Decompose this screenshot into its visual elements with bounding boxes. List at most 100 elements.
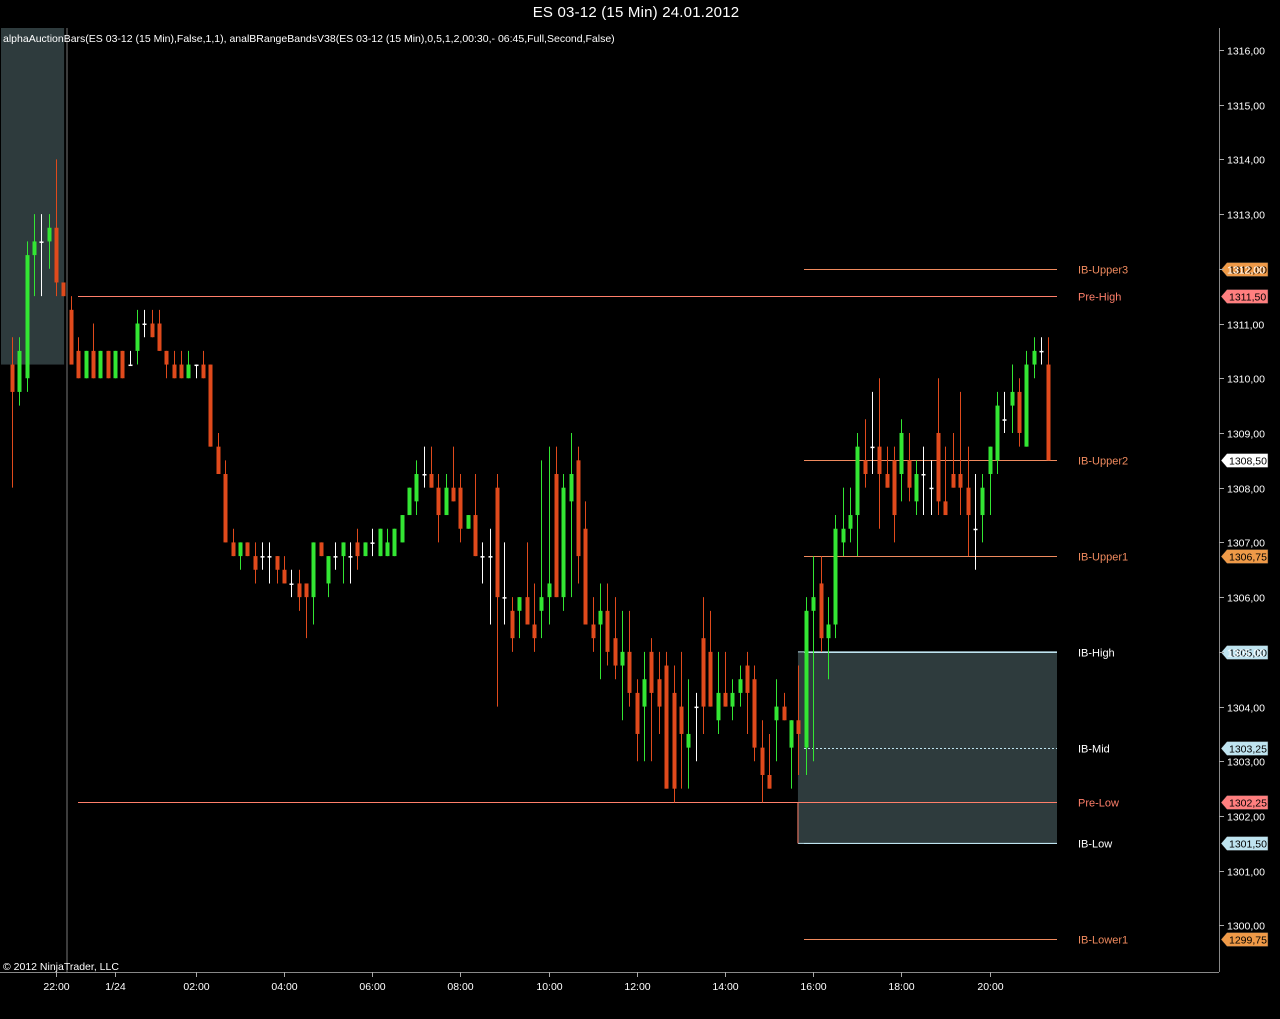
candle-body bbox=[238, 542, 243, 557]
candle-body bbox=[738, 679, 743, 693]
candle bbox=[679, 651, 684, 789]
candle-body bbox=[150, 323, 155, 338]
candle bbox=[142, 309, 147, 338]
y-tick-label: 1308,00 bbox=[1227, 484, 1265, 496]
candle-body bbox=[892, 460, 897, 516]
indicator-label: alphaAuctionBars(ES 03-12 (15 Min),False… bbox=[3, 33, 615, 45]
candle-body bbox=[789, 720, 794, 748]
candle bbox=[716, 651, 721, 734]
candle bbox=[613, 597, 618, 680]
candle bbox=[378, 528, 383, 557]
price-chart[interactable]: IB-Upper3 Pre-High IB-Upper2 IB-Upper1 IB-Hi… bbox=[0, 0, 1280, 1019]
candle-body bbox=[128, 364, 133, 367]
candle bbox=[106, 350, 111, 379]
candle bbox=[216, 432, 221, 475]
candle-body bbox=[113, 350, 118, 379]
candle bbox=[958, 391, 963, 516]
candle bbox=[892, 446, 897, 543]
y-tick-label: 1305,00 bbox=[1227, 648, 1265, 660]
price-tag: 1301,50 bbox=[1220, 836, 1269, 851]
candle bbox=[319, 542, 324, 557]
candle-body bbox=[355, 542, 360, 557]
candle-body bbox=[510, 610, 515, 639]
candle bbox=[245, 542, 250, 557]
candle bbox=[899, 419, 904, 502]
candle-body bbox=[943, 501, 948, 516]
candle-body bbox=[495, 487, 500, 598]
candle-body bbox=[326, 556, 331, 584]
candle-body bbox=[25, 255, 30, 379]
candle bbox=[576, 446, 581, 584]
price-tag: 1303,25 bbox=[1220, 741, 1269, 756]
x-tick-label: 04:00 bbox=[271, 981, 297, 993]
candle-body bbox=[400, 515, 405, 543]
candle-body bbox=[701, 638, 706, 707]
candle-body bbox=[17, 350, 22, 392]
candle bbox=[186, 350, 191, 379]
x-tick-label: 16:00 bbox=[800, 981, 826, 993]
price-tag-text: 1303,25 bbox=[1229, 744, 1267, 756]
candle-body bbox=[289, 583, 294, 585]
candle bbox=[973, 474, 978, 570]
candle-body bbox=[752, 679, 757, 748]
candle-body bbox=[679, 706, 684, 734]
candle-body bbox=[297, 583, 302, 598]
candle-body bbox=[1017, 391, 1022, 433]
candle-body bbox=[216, 446, 221, 475]
candle bbox=[502, 542, 507, 625]
candle bbox=[1046, 337, 1051, 461]
candle-body bbox=[863, 460, 868, 475]
candle bbox=[451, 446, 456, 502]
candle bbox=[591, 597, 596, 652]
candle-body bbox=[613, 638, 618, 666]
candle bbox=[355, 528, 360, 570]
candle bbox=[61, 282, 66, 297]
candle bbox=[774, 679, 779, 762]
candle-body bbox=[855, 446, 860, 516]
candle-body bbox=[304, 583, 309, 598]
x-tick-label: 20:00 bbox=[977, 981, 1003, 993]
candle bbox=[495, 474, 500, 707]
candle-body bbox=[157, 323, 162, 351]
y-tick-label: 1310,00 bbox=[1227, 374, 1265, 386]
candle bbox=[833, 515, 838, 639]
candle-body bbox=[473, 515, 478, 557]
candle-body bbox=[708, 651, 713, 707]
candle-body bbox=[348, 556, 353, 558]
candle bbox=[627, 610, 632, 707]
candle bbox=[841, 487, 846, 557]
candle-body bbox=[767, 774, 772, 789]
candle-body bbox=[672, 692, 677, 789]
candle bbox=[966, 446, 971, 557]
candle-body bbox=[245, 542, 250, 557]
candle bbox=[907, 432, 912, 502]
candle bbox=[128, 350, 133, 367]
candle bbox=[422, 446, 427, 488]
x-tick-label: 06:00 bbox=[359, 981, 385, 993]
candle-body bbox=[106, 350, 111, 379]
candle bbox=[554, 446, 559, 598]
candle bbox=[547, 446, 552, 625]
prior-ib-box bbox=[1, 28, 65, 365]
x-tick-label: 10:00 bbox=[536, 981, 562, 993]
candle bbox=[649, 638, 654, 762]
candle-body bbox=[745, 665, 750, 693]
candle bbox=[929, 460, 934, 516]
candle bbox=[172, 350, 177, 379]
candle bbox=[914, 460, 919, 516]
candle bbox=[120, 350, 125, 379]
candle bbox=[253, 542, 258, 584]
price-tag-text: 1306,75 bbox=[1229, 552, 1267, 564]
price-tag: 1306,75 bbox=[1220, 549, 1269, 564]
candle bbox=[569, 432, 574, 598]
y-tick-label: 1311,00 bbox=[1227, 320, 1264, 332]
y-tick-label: 1303,00 bbox=[1227, 757, 1265, 769]
candle bbox=[598, 583, 603, 680]
candle-body bbox=[260, 556, 265, 558]
candle-body bbox=[267, 556, 272, 558]
candle bbox=[488, 528, 493, 625]
candle-body bbox=[392, 528, 397, 557]
candle bbox=[84, 350, 89, 379]
y-tick-label: 1300,00 bbox=[1227, 921, 1265, 933]
candle-body bbox=[848, 515, 853, 529]
